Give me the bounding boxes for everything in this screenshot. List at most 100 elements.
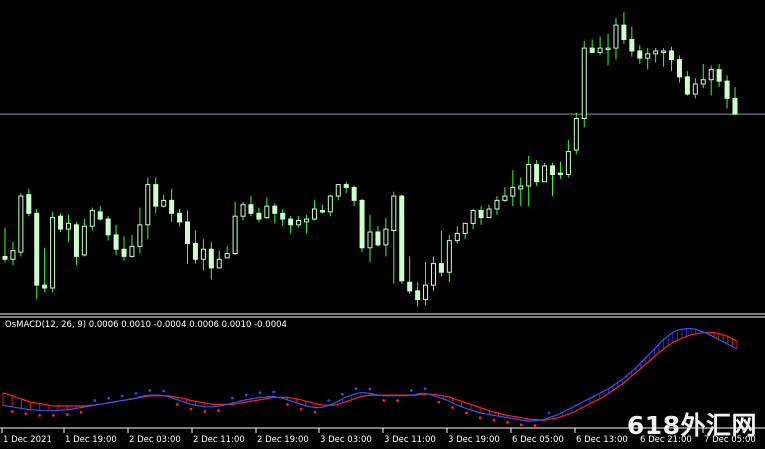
histogram-dot xyxy=(286,403,289,406)
time-axis-label: 6 Dec 13:00 xyxy=(576,435,628,445)
histogram-dot xyxy=(382,399,386,402)
candle-body xyxy=(684,76,690,95)
histogram-dot xyxy=(492,418,496,422)
candle-body xyxy=(478,209,484,219)
candle-body xyxy=(399,195,405,282)
candle-body xyxy=(724,80,730,99)
time-axis-label: 6 Dec 05:00 xyxy=(512,435,564,445)
candle-body xyxy=(216,258,222,269)
candle-body xyxy=(89,209,95,227)
candle-body xyxy=(518,185,524,190)
indicator-value: 0.0010 xyxy=(221,320,252,330)
candle-body xyxy=(629,38,635,52)
candle-body xyxy=(304,218,310,223)
histogram-dot xyxy=(533,424,537,427)
histogram-dot xyxy=(451,406,454,409)
candle-body xyxy=(542,165,548,183)
candle-body xyxy=(359,199,365,249)
histogram-dot xyxy=(203,410,207,413)
candle-body xyxy=(73,224,79,257)
histogram-dot xyxy=(506,421,510,424)
candle-body xyxy=(327,195,333,213)
histogram-dot xyxy=(24,412,28,416)
candle-body xyxy=(486,208,492,219)
histogram-dot xyxy=(217,409,221,413)
candle-body xyxy=(510,186,516,197)
time-axis-label: 2 Dec 19:00 xyxy=(257,435,309,445)
candle-body xyxy=(375,231,381,246)
candle-body xyxy=(415,290,421,301)
histogram-dot xyxy=(38,413,42,417)
candle-body xyxy=(407,281,413,292)
candle-body xyxy=(446,240,452,273)
candle-body xyxy=(240,204,246,217)
indicator-label: OsMACD(12, 26, 9) 0.0006 0.0010 -0.0004 … xyxy=(5,320,287,330)
candle-body xyxy=(2,255,8,260)
candle-body xyxy=(129,245,135,257)
candle-body xyxy=(637,50,643,59)
candle-body xyxy=(145,184,151,226)
trading-chart[interactable]: 1 Dec 2021 1 Dec 19:00 2 Dec 03:00 2 Dec 11… xyxy=(0,0,765,449)
candle-body xyxy=(613,24,619,49)
time-axis-label: 2 Dec 03:00 xyxy=(129,435,181,445)
candle-body xyxy=(42,284,48,289)
histogram-dot xyxy=(313,410,317,414)
histogram-dot xyxy=(79,410,83,414)
candle-body xyxy=(462,222,468,234)
candle-body xyxy=(661,50,667,53)
watermark-logo: 618外汇网 xyxy=(626,411,757,440)
histogram-dot xyxy=(120,394,124,398)
indicator-value: -0.0004 xyxy=(254,320,287,330)
candle-body xyxy=(550,165,555,176)
candle-body xyxy=(185,221,190,244)
time-axis-label: 1 Dec 2021 xyxy=(3,435,52,445)
candle-body xyxy=(645,53,651,59)
candle-body xyxy=(58,215,64,230)
candle-body xyxy=(248,204,254,214)
histogram-dot xyxy=(519,423,523,427)
histogram-dot xyxy=(299,407,303,411)
candle-body xyxy=(280,212,286,220)
histogram-dot xyxy=(244,393,248,397)
candle-body xyxy=(597,47,603,53)
candle-body xyxy=(177,212,183,223)
candle-body xyxy=(232,215,238,255)
candle-body xyxy=(153,184,159,207)
candle-body xyxy=(224,253,230,259)
candle-body xyxy=(288,218,294,226)
histogram-dot xyxy=(175,403,179,406)
candle-body xyxy=(256,212,262,220)
candle-body xyxy=(65,222,71,230)
histogram-dot xyxy=(93,399,97,402)
candle-body xyxy=(105,218,111,236)
candle-body xyxy=(470,209,476,224)
candle-body xyxy=(113,234,119,250)
candle-body xyxy=(621,24,627,40)
candle-body xyxy=(605,47,611,51)
candle-body xyxy=(438,263,444,273)
candle-body xyxy=(708,69,714,81)
candle-body xyxy=(161,199,167,207)
histogram-dot xyxy=(354,387,358,391)
candle-body xyxy=(26,194,32,214)
histogram-dot xyxy=(341,392,344,396)
histogram-dot xyxy=(547,411,551,415)
candle-body xyxy=(311,208,317,220)
histogram-dot xyxy=(162,389,165,393)
candle-body xyxy=(81,225,87,256)
candle-body xyxy=(676,59,682,78)
candle-body xyxy=(692,83,698,95)
candle-body xyxy=(430,263,436,286)
indicator-value: 0.0010 xyxy=(121,320,151,330)
candle-body xyxy=(653,50,659,55)
candle-body xyxy=(534,163,540,183)
candle-body xyxy=(137,224,143,247)
histogram-dot xyxy=(10,410,14,413)
histogram-dot xyxy=(65,413,69,417)
candle-body xyxy=(169,199,175,214)
chart-canvas[interactable]: 1 Dec 2021 1 Dec 19:00 2 Dec 03:00 2 Dec 11… xyxy=(0,0,765,449)
candle-body xyxy=(121,248,127,257)
candle-body xyxy=(34,212,40,286)
indicator-value: 0.0006 xyxy=(88,320,119,330)
histogram-dot xyxy=(272,390,276,394)
